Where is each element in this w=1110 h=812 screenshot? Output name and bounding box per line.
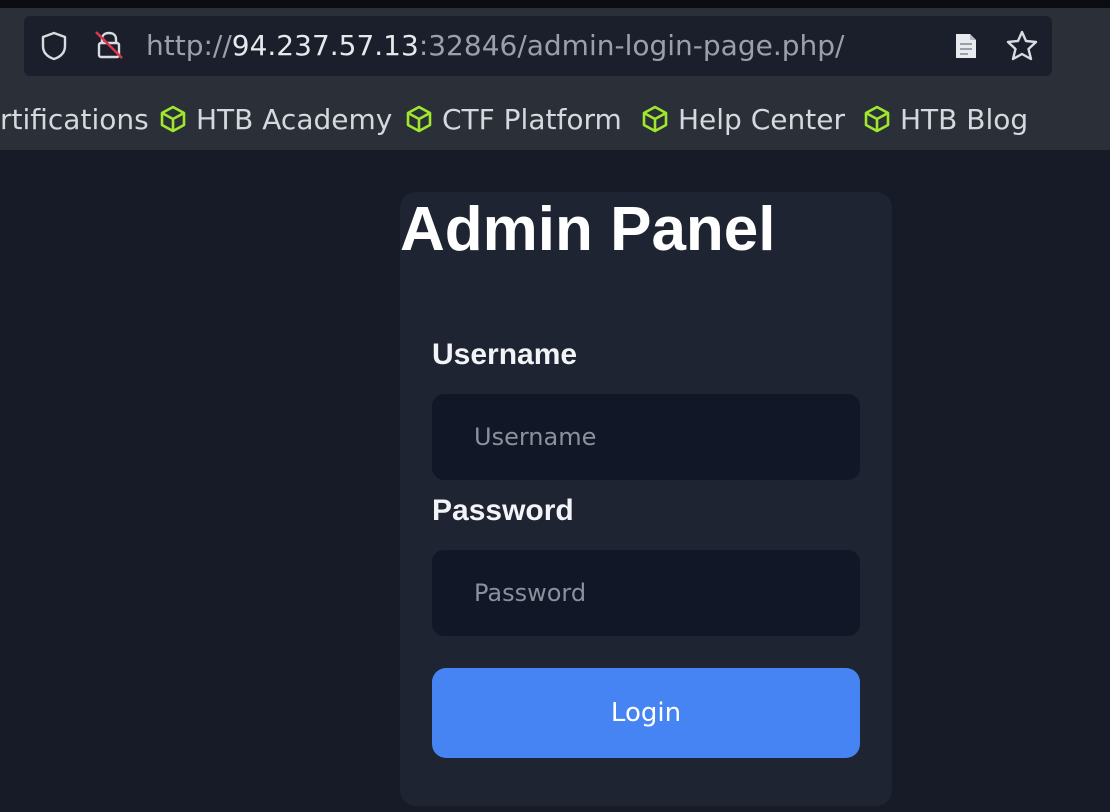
url-host: 94.237.57.13 <box>231 29 419 62</box>
cube-icon <box>864 105 890 133</box>
login-button[interactable]: Login <box>432 668 860 758</box>
bookmark-label: Help Center <box>678 102 845 136</box>
tab-strip-edge <box>0 0 1110 8</box>
lock-crossed-icon[interactable] <box>92 28 126 62</box>
bookmark-help-center[interactable]: Help Center <box>640 94 845 144</box>
url-path: :32846/admin-login-page.php/ <box>418 29 845 62</box>
username-input[interactable] <box>432 394 860 480</box>
bookmark-label: CTF Platform <box>442 102 622 136</box>
bookmark-label: HTB Blog <box>900 102 1029 136</box>
panel-title: Admin Panel <box>400 195 776 264</box>
password-input[interactable] <box>432 550 860 636</box>
password-label: Password <box>432 494 574 527</box>
bookmarks-bar: rtifications HTB Academy CTF Platform He… <box>0 94 1110 144</box>
url-scheme: http:// <box>146 29 232 62</box>
bookmark-ctf-platform[interactable]: CTF Platform <box>404 94 622 144</box>
shield-icon[interactable] <box>38 30 70 62</box>
bookmark-certifications[interactable]: rtifications <box>0 94 149 144</box>
reader-view-icon[interactable] <box>950 30 982 62</box>
username-label: Username <box>432 338 578 371</box>
bookmark-htb-blog[interactable]: HTB Blog <box>862 94 1028 144</box>
url-text[interactable]: http://94.237.57.13:32846/admin-login-pa… <box>146 28 844 64</box>
cube-icon <box>406 105 432 133</box>
bookmark-label: HTB Academy <box>196 102 393 136</box>
cube-icon <box>160 105 186 133</box>
bookmark-star-icon[interactable] <box>1004 28 1040 64</box>
bookmark-label: rtifications <box>0 102 149 136</box>
cube-icon <box>642 105 668 133</box>
bookmark-htb-academy[interactable]: HTB Academy <box>158 94 392 144</box>
